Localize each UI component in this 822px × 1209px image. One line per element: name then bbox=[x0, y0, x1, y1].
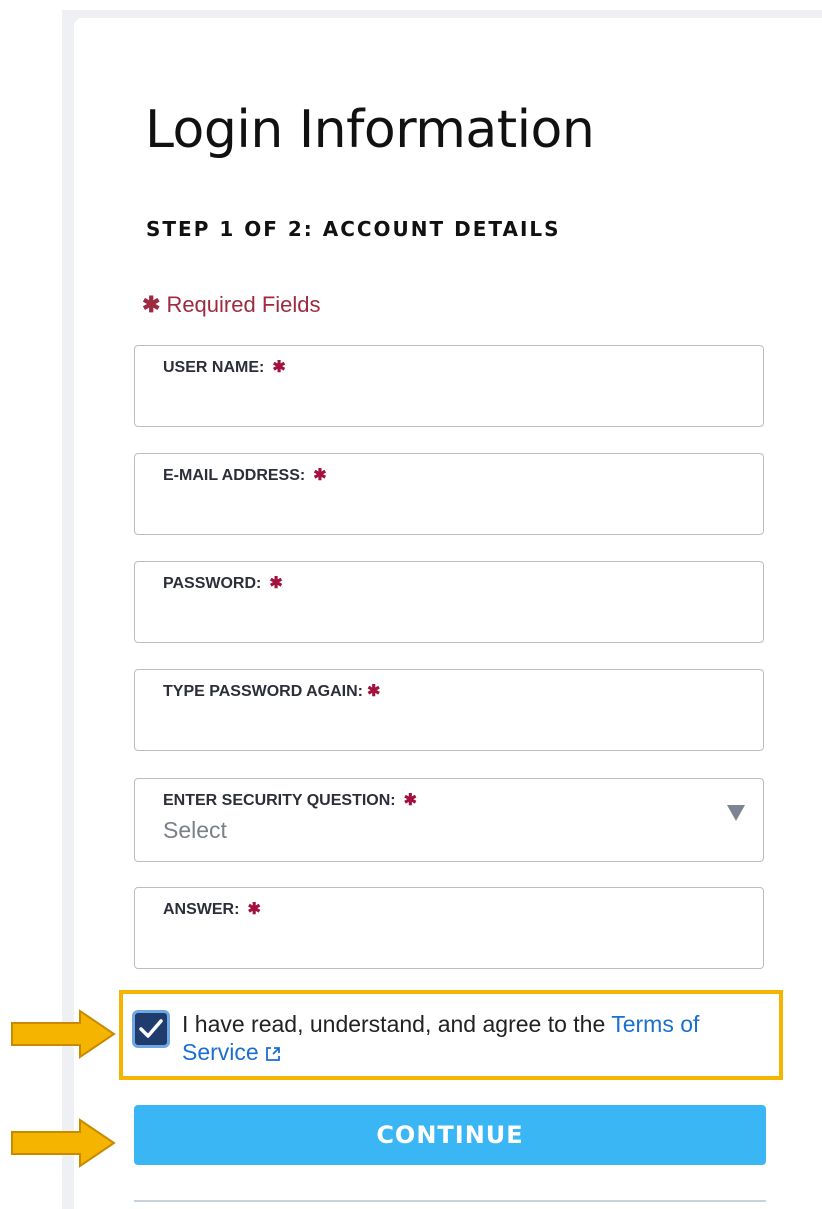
answer-label: ANSWER: ✱ bbox=[163, 899, 261, 919]
email-field[interactable]: E-MAIL ADDRESS: ✱ bbox=[134, 453, 764, 535]
required-fields-text: Required Fields bbox=[166, 292, 321, 317]
password-input[interactable] bbox=[163, 600, 723, 630]
security-question-select[interactable]: ENTER SECURITY QUESTION: ✱ Select bbox=[134, 778, 764, 862]
username-label-text: USER NAME: bbox=[163, 359, 265, 376]
answer-label-text: ANSWER: bbox=[163, 901, 240, 918]
password-confirm-label-text: TYPE PASSWORD AGAIN: bbox=[163, 683, 364, 700]
security-question-label-text: ENTER SECURITY QUESTION: bbox=[163, 792, 396, 809]
username-field[interactable]: USER NAME: ✱ bbox=[134, 345, 764, 427]
required-star-icon: ✱ bbox=[269, 575, 283, 592]
email-label: E-MAIL ADDRESS: ✱ bbox=[163, 465, 327, 485]
password-confirm-label: TYPE PASSWORD AGAIN: ✱ bbox=[163, 681, 380, 701]
agreement-statement: I have read, understand, and agree to th… bbox=[182, 1011, 612, 1037]
right-arrow-icon bbox=[11, 1009, 116, 1059]
username-input[interactable] bbox=[163, 384, 723, 414]
page-title: Login Information bbox=[145, 100, 595, 160]
password-field[interactable]: PASSWORD: ✱ bbox=[134, 561, 764, 643]
security-question-label: ENTER SECURITY QUESTION: ✱ bbox=[163, 790, 417, 810]
checkmark-icon bbox=[139, 1019, 163, 1038]
agreement-text: I have read, understand, and agree to th… bbox=[182, 1010, 772, 1066]
password-label: PASSWORD: ✱ bbox=[163, 573, 283, 593]
external-link-icon bbox=[265, 1047, 280, 1061]
dropdown-caret-icon[interactable] bbox=[727, 805, 745, 821]
required-star-icon: ✱ bbox=[272, 359, 286, 376]
right-arrow-icon bbox=[11, 1118, 116, 1168]
continue-button[interactable]: CONTINUE bbox=[134, 1105, 766, 1165]
step-indicator: STEP 1 OF 2: ACCOUNT DETAILS bbox=[146, 217, 561, 241]
security-question-value: Select bbox=[163, 817, 227, 843]
required-star-icon: ✱ bbox=[313, 467, 327, 484]
answer-field[interactable]: ANSWER: ✱ bbox=[134, 887, 764, 969]
required-star-icon: ✱ bbox=[247, 901, 261, 918]
divider bbox=[134, 1200, 766, 1202]
terms-checkbox[interactable] bbox=[132, 1010, 170, 1048]
required-star-icon: ✱ bbox=[403, 792, 418, 809]
required-star-icon: ✱ bbox=[142, 292, 161, 317]
password-label-text: PASSWORD: bbox=[163, 575, 262, 592]
required-fields-note: ✱ Required Fields bbox=[142, 292, 321, 318]
email-label-text: E-MAIL ADDRESS: bbox=[163, 467, 306, 484]
answer-input[interactable] bbox=[163, 926, 723, 956]
password-confirm-field[interactable]: TYPE PASSWORD AGAIN: ✱ bbox=[134, 669, 764, 751]
required-star-icon: ✱ bbox=[367, 683, 381, 700]
email-input[interactable] bbox=[163, 492, 723, 522]
username-label: USER NAME: ✱ bbox=[163, 357, 286, 377]
password-confirm-input[interactable] bbox=[163, 708, 723, 738]
